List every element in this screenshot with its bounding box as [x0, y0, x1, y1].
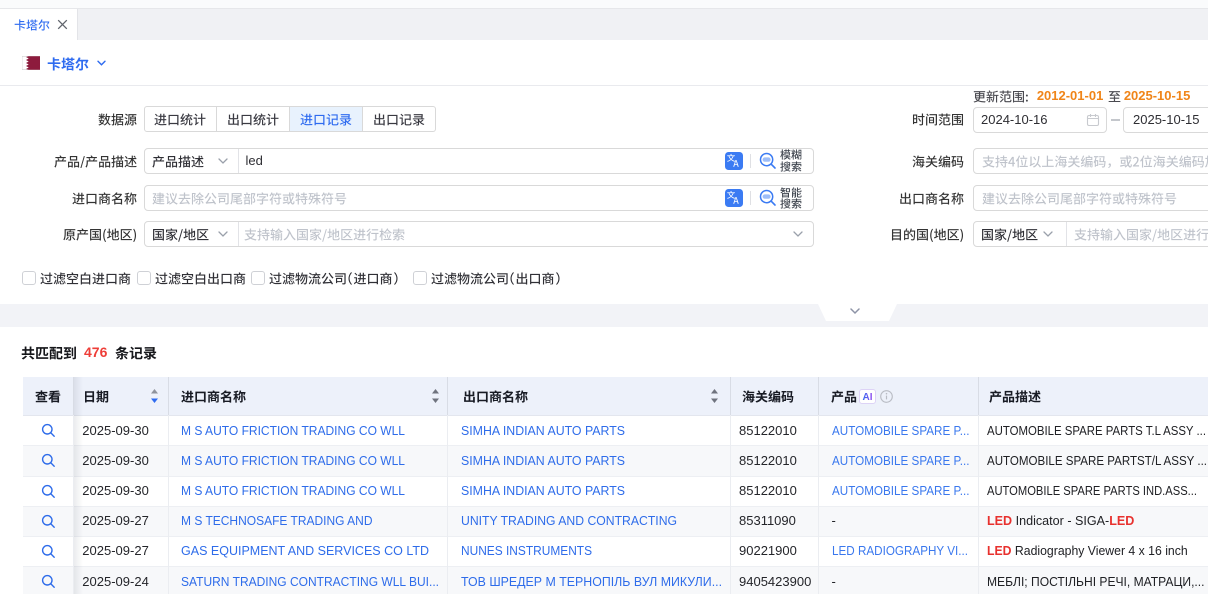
svg-text:AI: AI — [862, 392, 872, 403]
